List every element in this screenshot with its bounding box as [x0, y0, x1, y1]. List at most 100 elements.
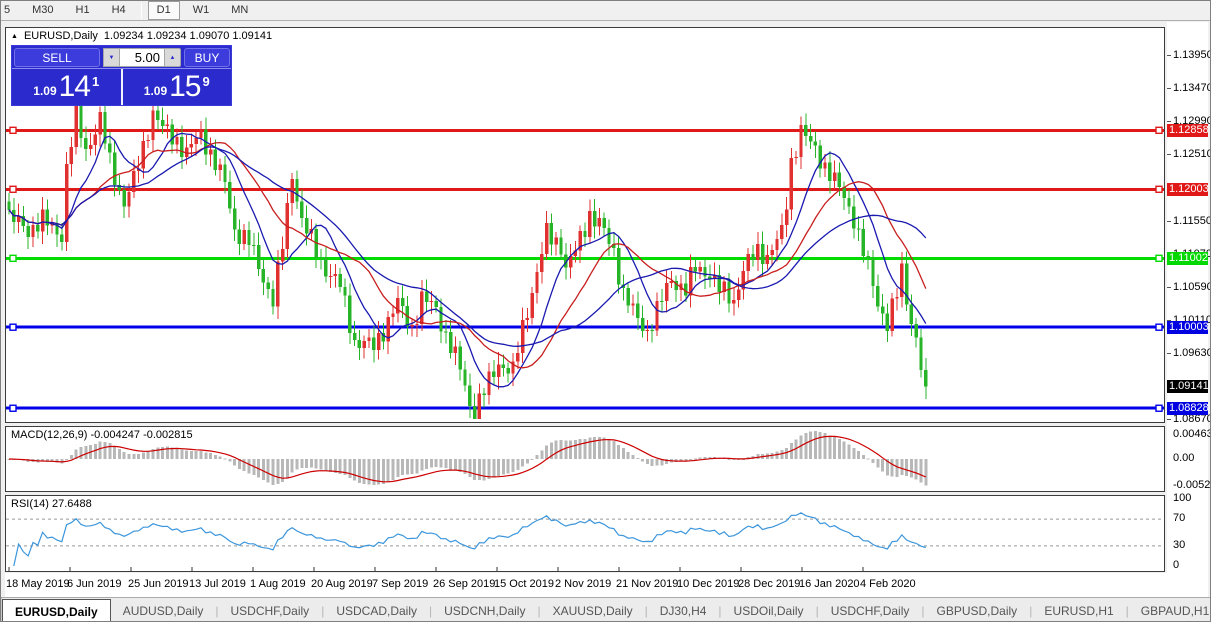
date-label: 4 Feb 2020 — [860, 578, 916, 590]
spin-down-icon: ▼ — [108, 54, 115, 61]
axis-tick — [1167, 286, 1171, 288]
line-handle[interactable] — [9, 404, 17, 412]
tab-usdoil-daily[interactable]: USDOil,Daily — [722, 598, 816, 621]
rsi-label: RSI(14) 27.6488 — [11, 498, 92, 510]
axis-tick — [1167, 88, 1171, 90]
price-axis-label: 1.13470 — [1173, 82, 1211, 95]
axis-tick — [1167, 154, 1171, 156]
macd-axis-label: -0.005299 — [1173, 479, 1211, 492]
macd-signal-line — [8, 435, 927, 483]
date-label: 6 Jun 2019 — [67, 578, 122, 590]
rsi-line — [13, 512, 926, 567]
tab-eurusd-daily[interactable]: EURUSD,Daily — [2, 599, 111, 621]
timeframe-button-h4[interactable]: H4 — [103, 1, 135, 20]
timeframe-button-5[interactable]: 5 — [1, 1, 19, 20]
price-axis-label: 1.11550 — [1173, 214, 1211, 227]
tab-audusd-daily[interactable]: AUDUSD,Daily — [111, 598, 216, 621]
date-label: 1 Aug 2019 — [250, 578, 306, 590]
sell-button[interactable]: SELL — [14, 48, 100, 67]
date-label: 2 Nov 2019 — [555, 578, 612, 590]
timeframe-button-mn[interactable]: MN — [222, 1, 257, 20]
date-label: 10 Dec 2019 — [677, 578, 740, 590]
rsi-panel[interactable]: RSI(14) 27.6488 — [5, 495, 1165, 572]
price-level-badge: 1.09141 — [1167, 380, 1209, 394]
line-handle[interactable] — [9, 254, 17, 263]
one-click-trading-panel: SELL ▼ ▲ BUY 1.09 14 1 1.09 15 — [11, 45, 232, 106]
mt4-window: 5 M30 H1 H4 D1 W1 MN ▲ EURUSD,Daily 1.09234 1.… — [0, 0, 1211, 622]
buy-price-small: 1.09 — [143, 84, 168, 98]
line-handle[interactable] — [9, 323, 17, 331]
tab-gbpaud-h1[interactable]: GBPAUD,H1 — [1129, 598, 1210, 621]
price-level-badge: 1.11002 — [1167, 251, 1208, 265]
date-axis[interactable]: 18 May 2019 6 Jun 2019 25 Jun 2019 13 Jul 2… — [5, 573, 1167, 597]
date-label: 13 Jul 2019 — [189, 578, 246, 590]
line-handle[interactable] — [1155, 126, 1163, 135]
tab-xauusd-daily[interactable]: XAUUSD,Daily — [541, 598, 645, 621]
timeframe-toolbar: 5 M30 H1 H4 D1 W1 MN — [1, 1, 1210, 21]
trade-panel-prices: 1.09 14 1 1.09 15 9 — [12, 69, 231, 105]
line-handle[interactable] — [9, 126, 17, 135]
volume-input[interactable] — [120, 48, 164, 67]
timeframe-button-m30[interactable]: M30 — [23, 1, 62, 20]
chart-title-symbol: EURUSD,Daily — [23, 30, 98, 42]
rsi-axis-label: 70 — [1173, 512, 1186, 525]
axis-tick — [1167, 55, 1171, 56]
price-axis-label: 1.10590 — [1173, 280, 1211, 293]
line-handle[interactable] — [1155, 185, 1163, 193]
rsi-axis-label: 30 — [1173, 538, 1186, 551]
date-label: 25 Jun 2019 — [128, 578, 189, 590]
rsi-chart — [6, 512, 1164, 571]
tab-usdcad-daily[interactable]: USDCAD,Daily — [324, 598, 429, 621]
tab-gbpusd-daily[interactable]: GBPUSD,Daily — [925, 598, 1030, 621]
tab-usdchf-daily[interactable]: USDCHF,Daily — [819, 598, 922, 621]
date-label: 15 Oct 2019 — [494, 578, 554, 590]
price-axis-label: 1.09630 — [1173, 346, 1211, 359]
chart-title-ohlc: 1.09234 1.09234 1.09070 1.09141 — [103, 30, 273, 42]
moving-average-line — [8, 146, 927, 347]
date-label: 26 Sep 2019 — [433, 578, 496, 590]
buy-price-big: 15 — [169, 70, 201, 103]
volume-increase-button[interactable]: ▲ — [164, 48, 181, 67]
tab-usdcnh-daily[interactable]: USDCNH,Daily — [432, 598, 537, 621]
price-level-badge: 1.08828 — [1167, 401, 1209, 415]
date-label: 28 Dec 2019 — [738, 578, 801, 590]
date-label: 16 Jan 2020 — [799, 578, 860, 590]
sell-price-small: 1.09 — [33, 84, 57, 98]
volume-decrease-button[interactable]: ▼ — [103, 48, 120, 67]
chart-tab-bar: EURUSD,Daily AUDUSD,Daily | USDCHF,Daily | US… — [1, 597, 1210, 621]
line-handle[interactable] — [1155, 323, 1163, 331]
line-handle[interactable] — [1155, 404, 1163, 412]
axis-tick — [1167, 121, 1171, 123]
date-label: 20 Aug 2019 — [311, 578, 373, 590]
price-level-badge: 1.10003 — [1167, 320, 1209, 334]
timeframe-button-h1[interactable]: H1 — [67, 1, 99, 20]
price-level-badge: 1.12858 — [1167, 123, 1209, 137]
buy-price[interactable]: 1.09 15 9 — [123, 69, 232, 105]
line-handle[interactable] — [1155, 254, 1163, 263]
buy-price-sup: 9 — [202, 73, 210, 89]
timeframe-button-d1[interactable]: D1 — [147, 1, 180, 20]
macd-axis-label: 0.00 — [1173, 452, 1195, 464]
buy-button[interactable]: BUY — [184, 48, 230, 67]
price-axis[interactable]: 1.139501.134701.129901.125101.115501.110… — [1167, 22, 1211, 597]
moving-average-line — [8, 141, 927, 369]
tab-usdchf-daily[interactable]: USDCHF,Daily — [219, 598, 322, 621]
sell-price[interactable]: 1.09 14 1 — [12, 69, 123, 105]
line-handle[interactable] — [9, 185, 17, 193]
axis-tick — [1167, 419, 1171, 421]
spin-up-icon: ▲ — [169, 54, 176, 61]
axis-tick — [1167, 220, 1171, 222]
date-label: 7 Sep 2019 — [372, 578, 429, 590]
tab-dj30-h4[interactable]: DJ30,H4 — [648, 598, 719, 621]
macd-panel[interactable]: MACD(12,26,9) -0.004247 -0.002815 — [5, 426, 1165, 492]
sell-price-sup: 1 — [92, 73, 100, 89]
price-level-badge: 1.12003 — [1167, 182, 1209, 196]
collapse-triangle-icon[interactable]: ▲ — [11, 33, 18, 40]
moving-average-line — [8, 132, 927, 388]
price-axis-label: 1.12510 — [1173, 148, 1211, 161]
macd-axis-label: 0.00463 — [1173, 427, 1211, 440]
tab-eurusd-h1[interactable]: EURUSD,H1 — [1032, 598, 1125, 621]
timeframe-button-w1[interactable]: W1 — [184, 1, 219, 20]
main-chart-panel[interactable]: ▲ EURUSD,Daily 1.09234 1.09234 1.09070 1… — [5, 27, 1165, 423]
chart-title: ▲ EURUSD,Daily 1.09234 1.09234 1.09070 1… — [11, 30, 272, 42]
